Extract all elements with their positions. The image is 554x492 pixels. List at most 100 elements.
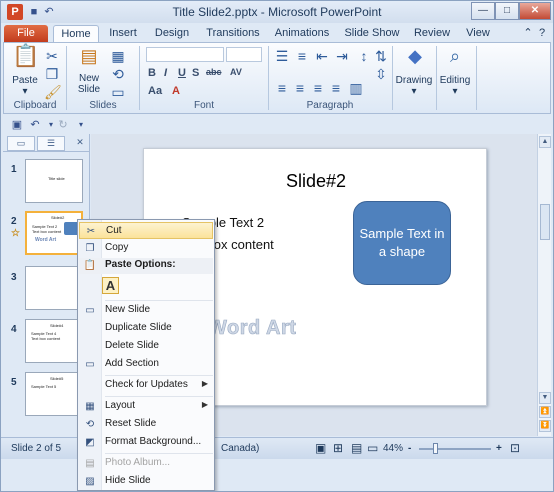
align-text-icon[interactable]: ⇳	[374, 65, 388, 83]
vertical-scrollbar[interactable]: ▲ ▼ ⏫ ⏬	[537, 134, 551, 436]
tab-file[interactable]: File	[4, 25, 48, 43]
menu-item-reset-slide[interactable]: ⟲ Reset Slide	[79, 416, 213, 433]
tab-home[interactable]: Home	[53, 25, 99, 43]
layout-icon: ▦	[85, 401, 95, 412]
scroll-thumb[interactable]	[540, 204, 550, 240]
layout-icon[interactable]: ▦	[110, 47, 126, 65]
align-right-icon[interactable]: ≡	[310, 79, 326, 97]
justify-icon[interactable]: ≡	[328, 79, 344, 97]
slide-thumbnail-1[interactable]: Title slide	[25, 159, 83, 203]
underline-button[interactable]: U	[178, 67, 186, 79]
copy-icon[interactable]: ❐	[44, 65, 60, 83]
undo-icon[interactable]: ↶	[27, 117, 43, 133]
menu-item-format-background[interactable]: ◩ Format Background...	[79, 434, 213, 451]
minimize-ribbon-icon[interactable]: ⌃	[521, 25, 535, 43]
scroll-down-icon[interactable]: ▼	[539, 392, 551, 404]
font-size-dropdown[interactable]	[226, 47, 262, 62]
strikethrough-button[interactable]: abc	[206, 67, 222, 77]
italic-button[interactable]: I	[164, 67, 167, 79]
next-slide-icon[interactable]: ⏬	[539, 420, 551, 432]
character-spacing-button[interactable]: AV	[230, 67, 242, 77]
slide-title[interactable]: Slide#2	[144, 171, 488, 192]
close-pane-icon[interactable]: ✕	[73, 136, 87, 151]
paste-button-label[interactable]: Paste	[8, 75, 42, 86]
columns-icon[interactable]: ▥	[348, 79, 364, 97]
slide-thumbnail-5[interactable]: Slide#5 Sample Text 5	[25, 372, 83, 416]
menu-item-delete-slide[interactable]: Delete Slide	[79, 338, 213, 355]
scroll-up-icon[interactable]: ▲	[539, 136, 551, 148]
paste-dropdown-icon[interactable]: ▾	[8, 86, 42, 97]
tab-insert[interactable]: Insert	[104, 25, 142, 43]
slide-thumbnail-3[interactable]	[25, 266, 83, 310]
drawing-shapes-icon[interactable]: ◆	[402, 47, 428, 73]
reading-view-icon[interactable]: ▤	[351, 441, 362, 455]
menu-item-new-slide[interactable]: ▭ New Slide	[79, 302, 213, 319]
close-button[interactable]: ✕	[519, 2, 551, 20]
reset-icon[interactable]: ⟲	[110, 65, 126, 83]
cut-icon[interactable]: ✂	[44, 47, 60, 65]
outline-tab-icon[interactable]: ☰	[37, 136, 65, 151]
menu-item-add-section[interactable]: ▭ Add Section	[79, 356, 213, 373]
tab-animations[interactable]: Animations	[271, 25, 333, 43]
menu-item-cut[interactable]: ✂ Cut	[79, 222, 213, 239]
rounded-rectangle-shape[interactable]: Sample Text in a shape	[353, 201, 451, 285]
new-slide-button-label[interactable]: New Slide	[70, 73, 108, 95]
binoculars-icon[interactable]: ⌕	[442, 47, 468, 73]
new-slide-icon[interactable]: ▤	[76, 47, 102, 71]
font-color-button[interactable]: A	[172, 85, 180, 97]
bold-button[interactable]: B	[148, 67, 156, 79]
text-direction-icon[interactable]: ⇅	[374, 47, 388, 65]
maximize-button[interactable]: □	[495, 2, 519, 20]
tab-transitions[interactable]: Transitions	[201, 25, 265, 43]
font-name-dropdown[interactable]	[146, 47, 224, 62]
align-center-icon[interactable]: ≡	[292, 79, 308, 97]
language-status[interactable]: Canada)	[221, 443, 259, 454]
keep-text-only-icon[interactable]: A	[102, 277, 119, 294]
zoom-out-button[interactable]: -	[408, 443, 411, 454]
menu-item-hide-slide[interactable]: ▨ Hide Slide	[79, 473, 213, 490]
tab-review[interactable]: Review	[411, 25, 453, 43]
section-icon[interactable]: ▭	[110, 83, 126, 101]
slide-thumbnail-2[interactable]: Slide#2 Sample Text 2 Text box content W…	[25, 211, 83, 255]
increase-indent-icon[interactable]: ⇥	[334, 47, 350, 65]
tab-view[interactable]: View	[461, 25, 495, 43]
change-case-button[interactable]: Aa	[148, 85, 162, 97]
numbering-icon[interactable]: ≡	[294, 47, 310, 65]
decrease-indent-icon[interactable]: ⇤	[314, 47, 330, 65]
editing-button-label[interactable]: Editing	[436, 75, 474, 86]
help-icon[interactable]: ?	[535, 25, 549, 43]
bullets-icon[interactable]: ☰	[274, 47, 290, 65]
previous-slide-icon[interactable]: ⏫	[539, 406, 551, 418]
drawing-dropdown-icon[interactable]: ▾	[393, 86, 435, 97]
tab-slide-show[interactable]: Slide Show	[341, 25, 403, 43]
line-spacing-icon[interactable]: ↕	[356, 47, 372, 65]
zoom-slider-track[interactable]	[419, 448, 491, 450]
paste-icon[interactable]: 📋	[12, 45, 39, 73]
fit-to-window-icon[interactable]: ⊡	[510, 441, 520, 455]
title-bar: P ■ ↶ Title Slide2.pptx - Microsoft Powe…	[1, 1, 553, 23]
shadow-button[interactable]: S	[192, 67, 199, 79]
customize-qat-icon[interactable]: ▾	[73, 117, 89, 133]
zoom-level[interactable]: 44%	[383, 443, 403, 454]
menu-item-layout[interactable]: ▦ Layout ▶	[79, 398, 213, 415]
minimize-button[interactable]: —	[471, 2, 495, 20]
menu-item-check-for-updates[interactable]: Check for Updates ▶	[79, 377, 213, 394]
thumbnail-animation-icon: ☆	[11, 228, 20, 239]
save-icon[interactable]: ▣	[9, 117, 25, 133]
drawing-button-label[interactable]: Drawing	[393, 75, 435, 86]
format-painter-icon[interactable]: 🖌	[44, 83, 62, 101]
zoom-in-button[interactable]: +	[496, 443, 502, 454]
wordart-text[interactable]: Word Art	[208, 317, 297, 340]
slides-tab-icon[interactable]: ▭	[7, 136, 35, 151]
slide-sorter-view-icon[interactable]: ⊞	[333, 441, 343, 455]
align-left-icon[interactable]: ≡	[274, 79, 290, 97]
menu-item-copy[interactable]: ❐ Copy	[79, 240, 213, 257]
slide-thumbnail-4[interactable]: Slide#4 Sample Text 4 Text box content	[25, 319, 83, 363]
redo-icon[interactable]: ↻	[55, 117, 71, 133]
slide-show-view-icon[interactable]: ▭	[367, 441, 378, 455]
normal-view-icon[interactable]: ▣	[315, 441, 326, 455]
menu-item-duplicate-slide[interactable]: Duplicate Slide	[79, 320, 213, 337]
tab-design[interactable]: Design	[151, 25, 193, 43]
editing-dropdown-icon[interactable]: ▾	[436, 86, 474, 97]
zoom-slider-knob[interactable]	[433, 443, 438, 454]
